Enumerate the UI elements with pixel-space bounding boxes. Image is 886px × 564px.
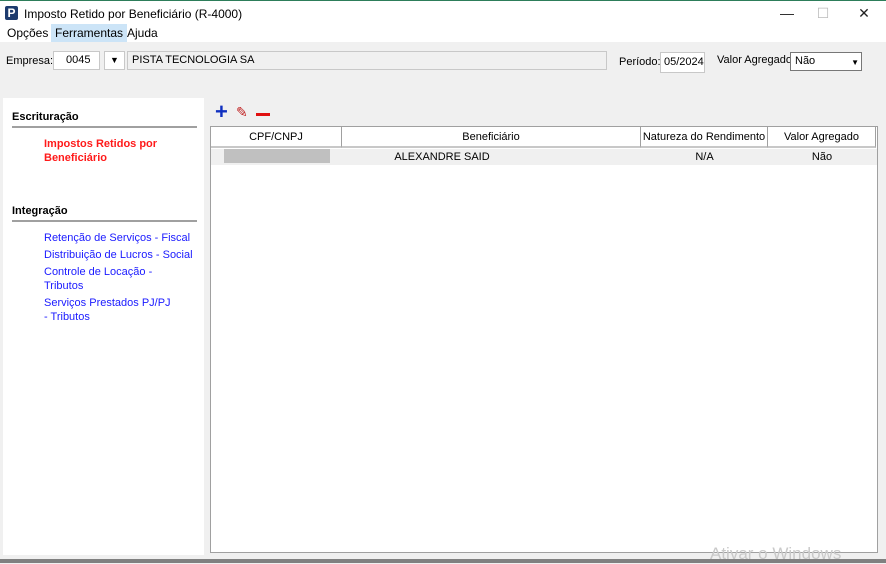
table-row[interactable]: ALEXANDRE SAID N/A Não bbox=[211, 149, 877, 165]
column-header-valor-agregado[interactable]: Valor Agregado bbox=[768, 127, 876, 148]
empresa-label: Empresa: bbox=[6, 55, 54, 67]
sidebar-item-impostos-retidos[interactable]: Impostos Retidos por Beneficiário bbox=[44, 137, 204, 165]
minimize-button[interactable]: — bbox=[772, 3, 802, 23]
column-header-beneficiario[interactable]: Beneficiário bbox=[342, 127, 641, 148]
maximize-button[interactable]: ☐ bbox=[808, 3, 838, 23]
menu-opcoes[interactable]: Opções bbox=[3, 24, 52, 42]
sidebar-item-controle-locacao[interactable]: Controle de Locação - Tributos bbox=[44, 265, 164, 293]
column-header-cpf[interactable]: CPF/CNPJ bbox=[211, 127, 342, 148]
sidebar-item-servicos-prestados[interactable]: Serviços Prestados PJ/PJ - Tributos bbox=[44, 296, 174, 324]
remove-icon[interactable] bbox=[256, 113, 270, 116]
section-escrituracao: Escrituração bbox=[12, 111, 79, 123]
valor-agregado-select[interactable]: Não ▼ bbox=[790, 52, 862, 71]
add-icon[interactable]: + bbox=[215, 101, 228, 123]
chevron-down-icon: ▼ bbox=[851, 58, 859, 67]
cpf-cell-redacted bbox=[224, 149, 330, 163]
menu-bar: Opções Ferramentas Ajuda bbox=[0, 24, 886, 42]
sidebar-item-distribuicao-lucros[interactable]: Distribuição de Lucros - Social bbox=[44, 248, 204, 262]
menu-ferramentas[interactable]: Ferramentas bbox=[51, 24, 128, 42]
edit-pencil-icon[interactable]: ✎ bbox=[236, 104, 248, 121]
empresa-code-input[interactable]: 0045 bbox=[53, 51, 100, 70]
divider bbox=[12, 220, 197, 222]
beneficiarios-grid: CPF/CNPJ Beneficiário Natureza do Rendim… bbox=[210, 126, 878, 553]
valor-agregado-cell: Não bbox=[768, 149, 876, 165]
periodo-input[interactable]: 05/2024 bbox=[660, 52, 705, 73]
periodo-label: Período: bbox=[619, 56, 661, 68]
empresa-name-field: PISTA TECNOLOGIA SA bbox=[127, 51, 607, 70]
divider bbox=[12, 126, 197, 128]
window-title: Imposto Retido por Beneficiário (R-4000) bbox=[24, 7, 243, 21]
close-button[interactable]: ✕ bbox=[849, 3, 879, 23]
natureza-cell: N/A bbox=[641, 149, 768, 165]
activation-watermark: Ativar o Windows bbox=[710, 544, 842, 563]
window-border bbox=[880, 98, 886, 563]
section-integracao: Integração bbox=[12, 205, 68, 217]
empresa-dropdown-button[interactable]: ▼ bbox=[104, 51, 125, 70]
menu-ajuda[interactable]: Ajuda bbox=[123, 24, 162, 42]
app-logo-icon: P bbox=[5, 6, 18, 20]
title-bar: P Imposto Retido por Beneficiário (R-400… bbox=[0, 0, 886, 24]
valor-agregado-label: Valor Agregado: bbox=[717, 54, 796, 66]
valor-agregado-value: Não bbox=[795, 55, 816, 67]
column-header-natureza[interactable]: Natureza do Rendimento bbox=[641, 127, 768, 148]
beneficiario-cell: ALEXANDRE SAID bbox=[342, 149, 542, 165]
sidebar-item-retencao-servicos[interactable]: Retenção de Serviços - Fiscal bbox=[44, 231, 204, 245]
sidebar: Escrituração Impostos Retidos por Benefi… bbox=[3, 98, 204, 555]
